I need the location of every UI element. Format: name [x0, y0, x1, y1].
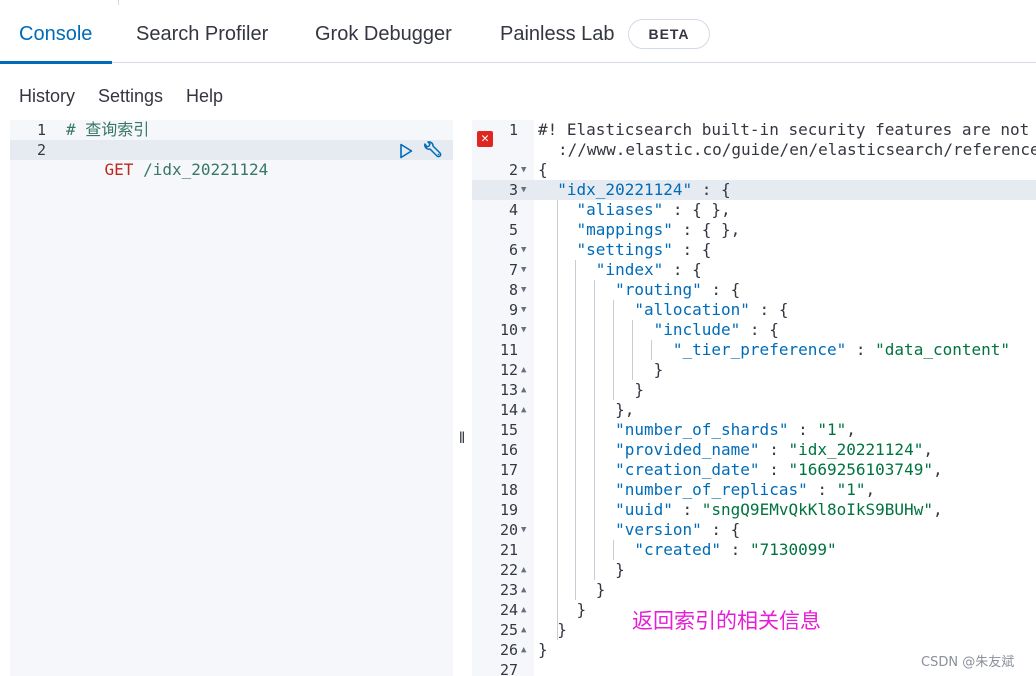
line-number: 5	[508, 221, 518, 239]
fold-up-icon[interactable]: ▲	[521, 380, 526, 400]
code-line: "number_of_shards" : "1",	[615, 420, 856, 439]
tab-painless-lab[interactable]: Painless Lab	[500, 5, 615, 63]
code-line: "index" : {	[595, 260, 702, 279]
error-icon: ✕	[477, 131, 493, 147]
line-number: 1	[508, 121, 518, 139]
editor-resize-handle[interactable]: ‖	[455, 430, 469, 452]
code-line: {	[538, 160, 548, 179]
line-number: 17	[499, 461, 518, 479]
code-line: "uuid" : "sngQ9EMvQkKl8oIkS9BUHw",	[615, 500, 943, 519]
fold-up-icon[interactable]: ▲	[521, 560, 526, 580]
fold-up-icon[interactable]: ▲	[521, 360, 526, 380]
fold-down-icon[interactable]: ▼	[521, 180, 526, 200]
line-number: 10	[499, 321, 518, 339]
app-tabs: Console Search Profiler Grok Debugger Pa…	[0, 5, 1036, 64]
beta-badge: BETA	[628, 19, 710, 49]
line-number: 3	[508, 181, 518, 199]
line-number: 13	[499, 381, 518, 399]
settings-link[interactable]: Settings	[98, 86, 163, 107]
code-line: }	[538, 640, 548, 659]
line-number: 11	[499, 341, 518, 359]
line-number: 21	[499, 541, 518, 559]
code-line: "mappings" : { },	[576, 220, 741, 239]
line-number: 9	[508, 301, 518, 319]
line-number: 19	[499, 501, 518, 519]
code-line: },	[538, 400, 635, 419]
code-line: "aliases" : { },	[576, 200, 731, 219]
line-number: 12	[499, 361, 518, 379]
line-number: 2	[508, 161, 518, 179]
fold-up-icon[interactable]: ▲	[521, 580, 526, 600]
request-gutter	[10, 120, 62, 676]
code-line: }	[538, 360, 664, 379]
fold-down-icon[interactable]: ▼	[521, 240, 526, 260]
request-comment: # 查询索引	[66, 120, 150, 139]
tab-search-profiler[interactable]: Search Profiler	[136, 5, 268, 63]
code-line: "created" : "7130099"	[634, 540, 837, 559]
code-line: "number_of_replicas" : "1",	[615, 480, 876, 499]
fold-down-icon[interactable]: ▼	[521, 520, 526, 540]
fold-up-icon[interactable]: ▲	[521, 620, 526, 640]
line-number: 23	[499, 581, 518, 599]
code-line: "routing" : {	[615, 280, 741, 299]
fold-up-icon[interactable]: ▲	[521, 400, 526, 420]
fold-up-icon[interactable]: ▲	[521, 640, 526, 660]
code-line: "idx_20221124" : {	[557, 180, 731, 199]
line-number: 27	[499, 661, 518, 676]
warning-line-continued: ://www.elastic.co/guide/en/elasticsearch…	[558, 140, 1036, 159]
line-number: 25	[499, 621, 518, 639]
play-icon[interactable]	[399, 143, 413, 159]
line-number: 6	[508, 241, 518, 259]
code-line: }	[538, 580, 606, 599]
request-body	[62, 120, 453, 676]
line-number: 16	[499, 441, 518, 459]
line-number: 22	[499, 561, 518, 579]
code-line: "_tier_preference" : "data_content"	[672, 340, 1011, 359]
line-number: 26	[499, 641, 518, 659]
tab-grok-debugger[interactable]: Grok Debugger	[315, 5, 452, 63]
code-line: }	[538, 560, 625, 579]
fold-down-icon[interactable]: ▼	[521, 320, 526, 340]
code-line: "settings" : {	[576, 240, 712, 259]
code-line: "version" : {	[615, 520, 741, 539]
line-number: 1	[36, 121, 46, 139]
request-path: /idx_20221124	[143, 160, 269, 179]
tab-console[interactable]: Console	[0, 5, 113, 64]
request-method: GET	[104, 160, 134, 179]
line-number: 20	[499, 521, 518, 539]
fold-up-icon[interactable]: ▲	[521, 600, 526, 620]
code-line: "include" : {	[653, 320, 779, 339]
fold-down-icon[interactable]: ▼	[521, 160, 526, 180]
code-line: }	[538, 620, 567, 639]
code-line: }	[538, 380, 644, 399]
request-editor[interactable]: 1 2 # 查询索引 GET /idx_20221124	[10, 120, 453, 676]
line-number: 8	[508, 281, 518, 299]
watermark: CSDN @朱友斌	[921, 655, 1015, 670]
line-number: 24	[499, 601, 518, 619]
line-number: 14	[499, 401, 518, 419]
response-editor[interactable]: ✕ 1 2 3 4 5 6 7 8 9 10 11 12 13 14 15 16…	[472, 120, 1036, 676]
line-number: 7	[508, 261, 518, 279]
line-number: 4	[508, 201, 518, 219]
fold-down-icon[interactable]: ▼	[521, 300, 526, 320]
fold-down-icon[interactable]: ▼	[521, 260, 526, 280]
fold-down-icon[interactable]: ▼	[521, 280, 526, 300]
code-line: }	[538, 600, 587, 619]
line-number: 18	[499, 481, 518, 499]
code-line: "allocation" : {	[634, 300, 789, 319]
line-number: 15	[499, 421, 518, 439]
warning-line: #! Elasticsearch built-in security featu…	[538, 120, 1036, 139]
line-number: 2	[36, 141, 46, 159]
help-link[interactable]: Help	[186, 86, 223, 107]
console-menu: History Settings Help	[0, 64, 1036, 120]
code-line: "creation_date" : "1669256103749",	[615, 460, 943, 479]
wrench-icon[interactable]	[421, 141, 445, 161]
history-link[interactable]: History	[19, 86, 75, 107]
code-line: "provided_name" : "idx_20221124",	[615, 440, 933, 459]
annotation-text: 返回索引的相关信息	[632, 609, 821, 633]
request-line: GET /idx_20221124	[66, 140, 269, 179]
